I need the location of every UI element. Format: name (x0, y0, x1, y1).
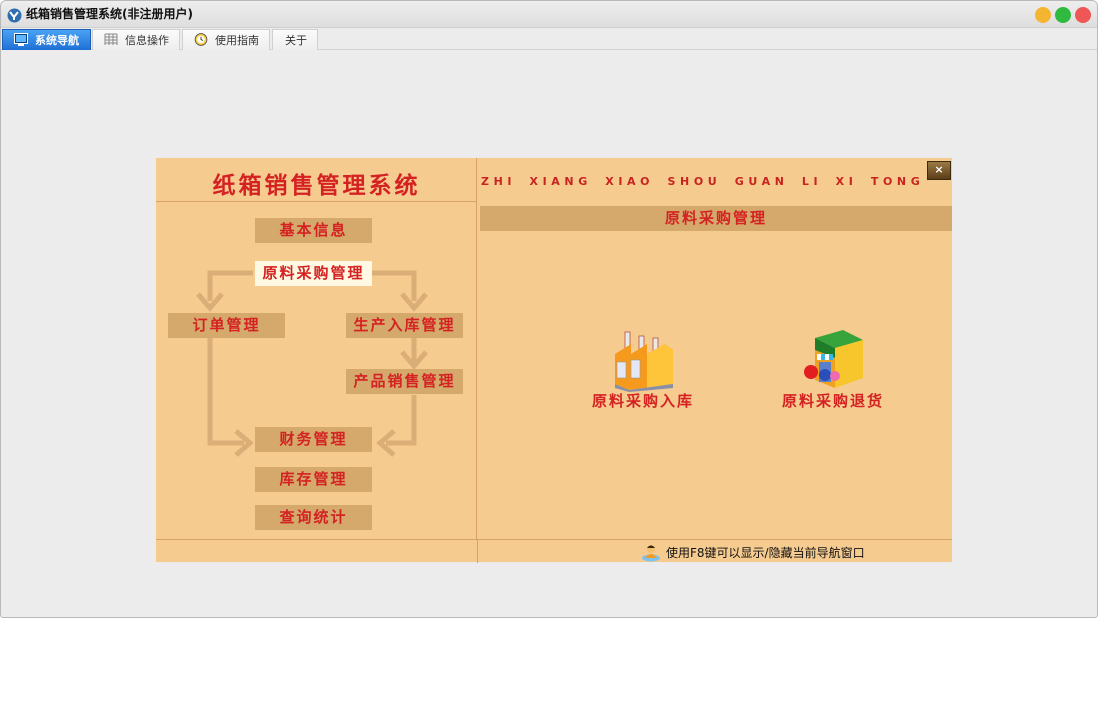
nav-production-in-button[interactable]: 生产入库管理 (346, 313, 463, 338)
nav-query-stats-button[interactable]: 查询统计 (255, 505, 372, 530)
tab-about[interactable]: 关于 (272, 29, 318, 50)
title-bar[interactable]: 纸箱销售管理系统(非注册用户) (1, 1, 1097, 28)
tab-user-guide[interactable]: 使用指南 (182, 29, 270, 50)
tab-strip: 系统导航 信息操作 使用指南 关于 (1, 29, 1097, 50)
raw-purchase-in-action[interactable]: 原料采购入库 (573, 328, 713, 418)
tab-info-operations[interactable]: 信息操作 (92, 29, 180, 50)
nav-basic-info-button[interactable]: 基本信息 (255, 218, 372, 243)
panel-header: 纸箱销售管理系统 (156, 158, 477, 202)
app-logo-icon (7, 8, 22, 23)
panel-footer: 使用F8键可以显示/隐藏当前导航窗口 (156, 539, 952, 563)
tab-system-navigation[interactable]: 系统导航 (2, 29, 91, 50)
factory-icon (615, 331, 673, 392)
close-panel-button[interactable]: × (927, 161, 951, 180)
window-title: 纸箱销售管理系统(非注册用户) (26, 7, 193, 21)
nav-inventory-button[interactable]: 库存管理 (255, 467, 372, 492)
app-window: 纸箱销售管理系统(非注册用户) 系统导航 信息操作 使用指南 关于 纸箱销售管理… (0, 0, 1098, 618)
section-title: 原料采购管理 (480, 206, 952, 231)
action-label: 原料采购退货 (781, 392, 884, 410)
footer-divider (477, 540, 478, 563)
footer-hint: 使用F8键可以显示/隐藏当前导航窗口 (666, 546, 865, 560)
nav-raw-purchase-button[interactable]: 原料采购管理 (255, 261, 372, 286)
nav-product-sales-button[interactable]: 产品销售管理 (346, 369, 463, 394)
user-hint-icon (642, 545, 660, 562)
panel-title: 纸箱销售管理系统 (212, 172, 421, 199)
tab-label: 关于 (285, 34, 307, 47)
nav-finance-button[interactable]: 财务管理 (255, 427, 372, 452)
clock-icon (194, 33, 208, 46)
minimize-button[interactable] (1035, 7, 1051, 23)
navigation-panel: 纸箱销售管理系统 ZHI XIANG XIAO SHOU GUAN LI XI … (156, 158, 952, 563)
module-detail: 原料采购管理 原料采购入库 原料采购退货 (478, 202, 952, 539)
monitor-icon (14, 33, 28, 46)
raw-purchase-return-action[interactable]: 原料采购退货 (763, 328, 903, 418)
tab-label: 使用指南 (215, 34, 259, 47)
action-label: 原料采购入库 (591, 392, 694, 410)
grid-icon (104, 33, 118, 45)
panel-pinyin-title: ZHI XIANG XIAO SHOU GUAN LI XI TONG (481, 175, 925, 188)
maximize-button[interactable] (1055, 7, 1071, 23)
tab-label: 信息操作 (125, 34, 169, 47)
tab-label: 系统导航 (35, 34, 79, 47)
shop-icon (804, 330, 863, 388)
close-window-button[interactable] (1075, 7, 1091, 23)
module-flow-nav: 基本信息 原料采购管理 订单管理 生产入库管理 产品销售管理 财务管理 库存管理… (156, 202, 477, 539)
nav-orders-button[interactable]: 订单管理 (168, 313, 285, 338)
